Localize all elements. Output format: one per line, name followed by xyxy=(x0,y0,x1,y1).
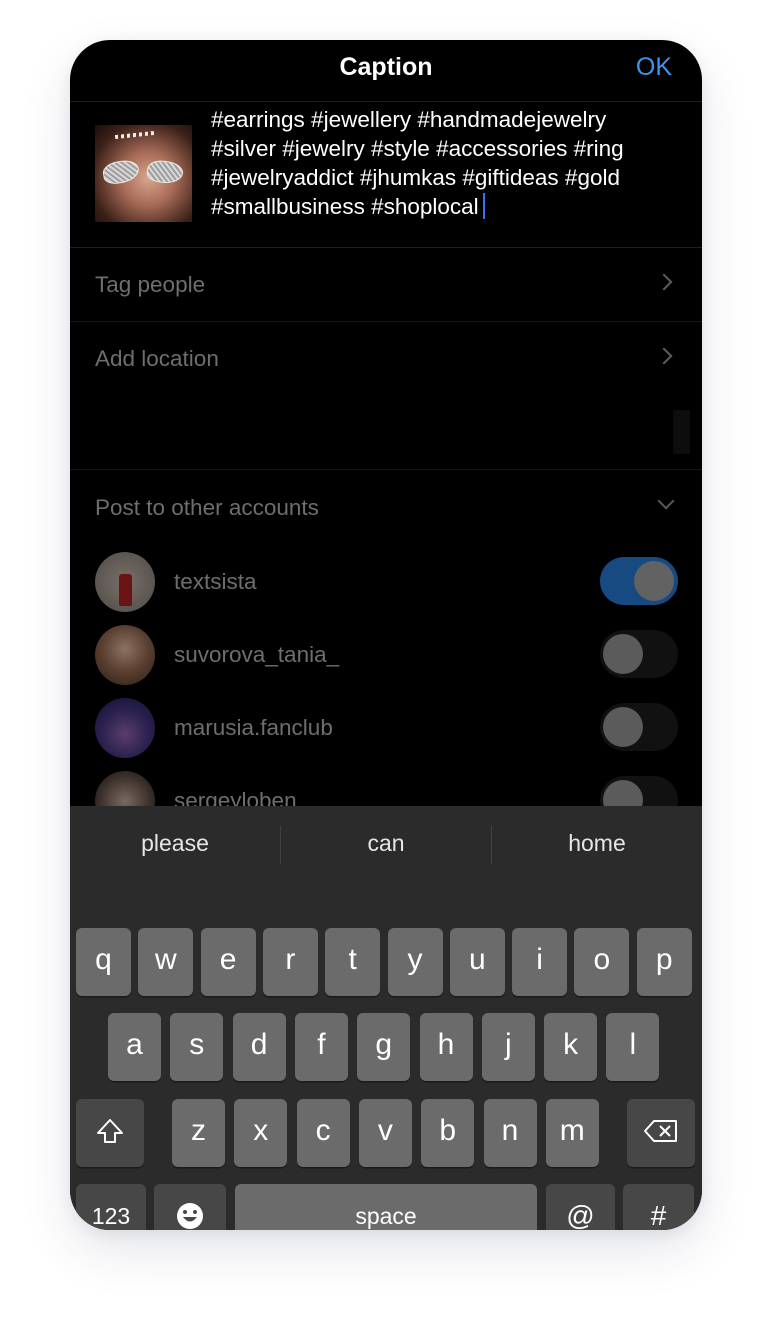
key-r[interactable]: r xyxy=(262,928,318,996)
key-b[interactable]: b xyxy=(421,1099,475,1167)
account-toggle[interactable] xyxy=(600,703,678,751)
avatar xyxy=(95,698,155,758)
caption-area: #earrings #jewellery #handmadejewelry #s… xyxy=(70,102,702,248)
key-g[interactable]: g xyxy=(357,1013,411,1081)
key-f[interactable]: f xyxy=(294,1013,348,1081)
toggle-knob xyxy=(634,561,674,601)
add-location-label: Add location xyxy=(95,346,219,371)
suggestion-item[interactable]: can xyxy=(281,830,491,857)
account-toggle[interactable] xyxy=(600,630,678,678)
account-row: suvorova_tania_ xyxy=(70,617,702,690)
numbers-key[interactable]: 123 xyxy=(76,1184,146,1230)
caption-input[interactable]: #earrings #jewellery #handmadejewelry #s… xyxy=(211,102,691,221)
key-v[interactable]: v xyxy=(358,1099,412,1167)
toggle-knob xyxy=(603,707,643,747)
key-c[interactable]: c xyxy=(296,1099,350,1167)
suggestion-item[interactable]: please xyxy=(70,830,280,857)
post-to-other-accounts-header[interactable]: Post to other accounts xyxy=(70,471,702,541)
tag-people-row[interactable]: Tag people xyxy=(70,248,702,322)
avatar xyxy=(95,552,155,612)
caption-line: #silver #jewelry #style #accessories #ri… xyxy=(211,136,624,161)
shift-key[interactable] xyxy=(76,1099,144,1167)
caption-line-last: #smallbusiness #shoplocal xyxy=(211,192,691,221)
key-h[interactable]: h xyxy=(419,1013,473,1081)
key-i[interactable]: i xyxy=(512,928,568,996)
key-w[interactable]: w xyxy=(138,928,194,996)
toggle-knob xyxy=(603,634,643,674)
chevron-down-icon xyxy=(657,492,675,510)
emoji-icon xyxy=(177,1203,203,1229)
chevron-right-icon xyxy=(655,347,673,365)
page-title: Caption xyxy=(339,53,433,81)
avatar xyxy=(95,625,155,685)
location-suggestions-area xyxy=(70,396,702,470)
delete-key[interactable] xyxy=(627,1099,695,1167)
keyboard: please can home qwertyuiop asdfghjkl zxc… xyxy=(70,806,702,1230)
scroll-indicator xyxy=(673,410,690,454)
account-username: suvorova_tania_ xyxy=(174,642,340,667)
suggestion-item[interactable]: home xyxy=(492,830,702,857)
post-to-other-label: Post to other accounts xyxy=(95,495,319,520)
key-m[interactable]: m xyxy=(545,1099,599,1167)
caption-line-text: #smallbusiness #shoplocal xyxy=(211,194,479,219)
ok-button[interactable]: OK xyxy=(636,53,672,82)
chevron-right-icon xyxy=(655,273,673,291)
key-y[interactable]: y xyxy=(387,928,443,996)
account-row: marusia.fanclub xyxy=(70,690,702,763)
shift-icon xyxy=(97,1119,123,1143)
thumbnail-detail xyxy=(114,130,156,140)
account-username: textsista xyxy=(174,569,257,594)
key-k[interactable]: k xyxy=(544,1013,598,1081)
key-s[interactable]: s xyxy=(170,1013,224,1081)
thumbnail-detail xyxy=(101,158,141,186)
key-e[interactable]: e xyxy=(200,928,256,996)
key-q[interactable]: q xyxy=(76,928,131,996)
at-key[interactable]: @ xyxy=(546,1184,615,1230)
space-key[interactable]: space xyxy=(235,1184,537,1230)
account-username: marusia.fanclub xyxy=(174,715,333,740)
key-t[interactable]: t xyxy=(325,928,381,996)
caption-line: #earrings #jewellery #handmadejewelry xyxy=(211,107,607,132)
emoji-key[interactable] xyxy=(154,1184,226,1230)
key-o[interactable]: o xyxy=(574,928,630,996)
key-j[interactable]: j xyxy=(481,1013,535,1081)
key-l[interactable]: l xyxy=(606,1013,660,1081)
key-u[interactable]: u xyxy=(449,928,505,996)
add-location-row[interactable]: Add location xyxy=(70,322,702,396)
suggestion-bar: please can home xyxy=(70,806,702,884)
tag-people-label: Tag people xyxy=(95,272,206,297)
key-p[interactable]: p xyxy=(636,928,692,996)
backspace-icon xyxy=(644,1120,677,1142)
key-a[interactable]: a xyxy=(108,1013,161,1081)
phone-screen: Caption OK #earrings #jewellery #handmad… xyxy=(70,40,702,1230)
header-bar: Caption OK xyxy=(70,40,702,102)
account-toggle[interactable] xyxy=(600,557,678,605)
key-n[interactable]: n xyxy=(483,1099,537,1167)
thumbnail-detail xyxy=(145,158,185,186)
hash-key[interactable]: # xyxy=(623,1184,694,1230)
account-row: textsista xyxy=(70,544,702,617)
text-cursor xyxy=(482,193,486,219)
post-thumbnail xyxy=(95,125,192,222)
caption-line: #jewelryaddict #jhumkas #giftideas #gold xyxy=(211,165,620,190)
key-x[interactable]: x xyxy=(234,1099,288,1167)
key-d[interactable]: d xyxy=(232,1013,286,1081)
key-z[interactable]: z xyxy=(172,1099,225,1167)
